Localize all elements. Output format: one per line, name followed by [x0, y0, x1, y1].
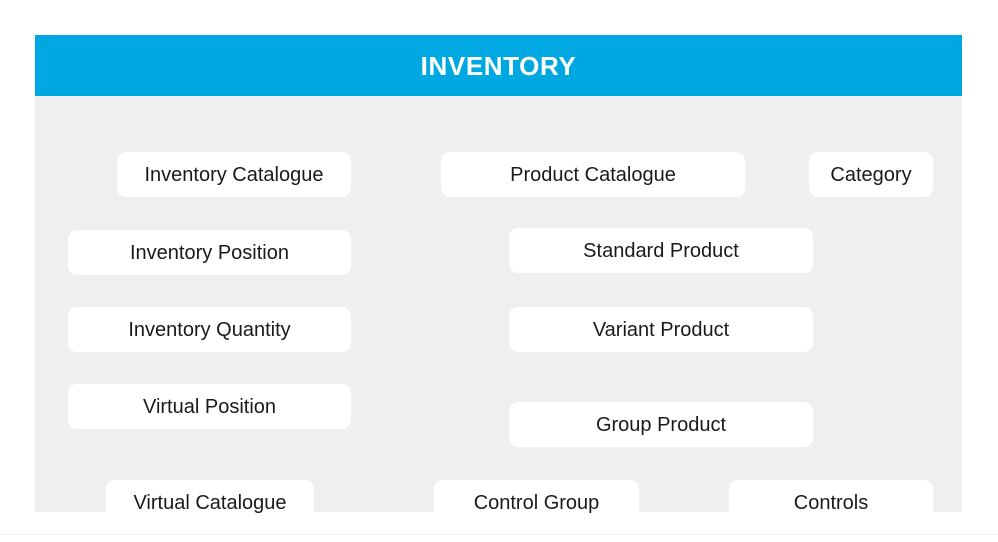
- node-label: Inventory Position: [130, 241, 289, 264]
- node-label: Controls: [793, 491, 869, 514]
- node-box[interactable]: Variant Product: [509, 307, 813, 352]
- node-box[interactable]: Category: [809, 152, 933, 197]
- node-box[interactable]: Product Catalogue: [441, 152, 745, 197]
- node-label: Virtual Position: [142, 395, 277, 418]
- node-box[interactable]: Control Group: [434, 480, 639, 525]
- panel-header: INVENTORY: [35, 35, 962, 96]
- node-box[interactable]: Controls: [729, 480, 933, 525]
- node-box[interactable]: Virtual Catalogue: [106, 480, 314, 525]
- node-label: Virtual Catalogue: [133, 491, 287, 514]
- node-box[interactable]: Inventory Catalogue: [117, 152, 351, 197]
- node-label: Variant Product: [592, 318, 730, 341]
- inventory-panel: INVENTORY Inventory Catalogue Product Cat…: [35, 35, 962, 525]
- node-label: Group Product: [595, 413, 727, 436]
- node-label: Product Catalogue: [510, 163, 676, 186]
- slide-canvas: INVENTORY Inventory Catalogue Product Cat…: [0, 0, 998, 542]
- node-label: Control Group: [473, 491, 600, 514]
- node-label: Standard Product: [583, 239, 739, 262]
- node-box[interactable]: Inventory Position: [68, 230, 351, 275]
- footer-divider: [0, 534, 998, 535]
- node-box[interactable]: Virtual Position: [68, 384, 351, 429]
- node-box[interactable]: Standard Product: [509, 228, 813, 273]
- node-label: Inventory Catalogue: [144, 163, 324, 186]
- node-grid: Inventory Catalogue Product Catalogue Cate…: [35, 96, 962, 525]
- node-box[interactable]: Group Product: [509, 402, 813, 447]
- node-label: Inventory Quantity: [128, 318, 291, 341]
- page-title: INVENTORY: [420, 50, 577, 81]
- node-box[interactable]: Inventory Quantity: [68, 307, 351, 352]
- node-label: Category: [830, 163, 912, 186]
